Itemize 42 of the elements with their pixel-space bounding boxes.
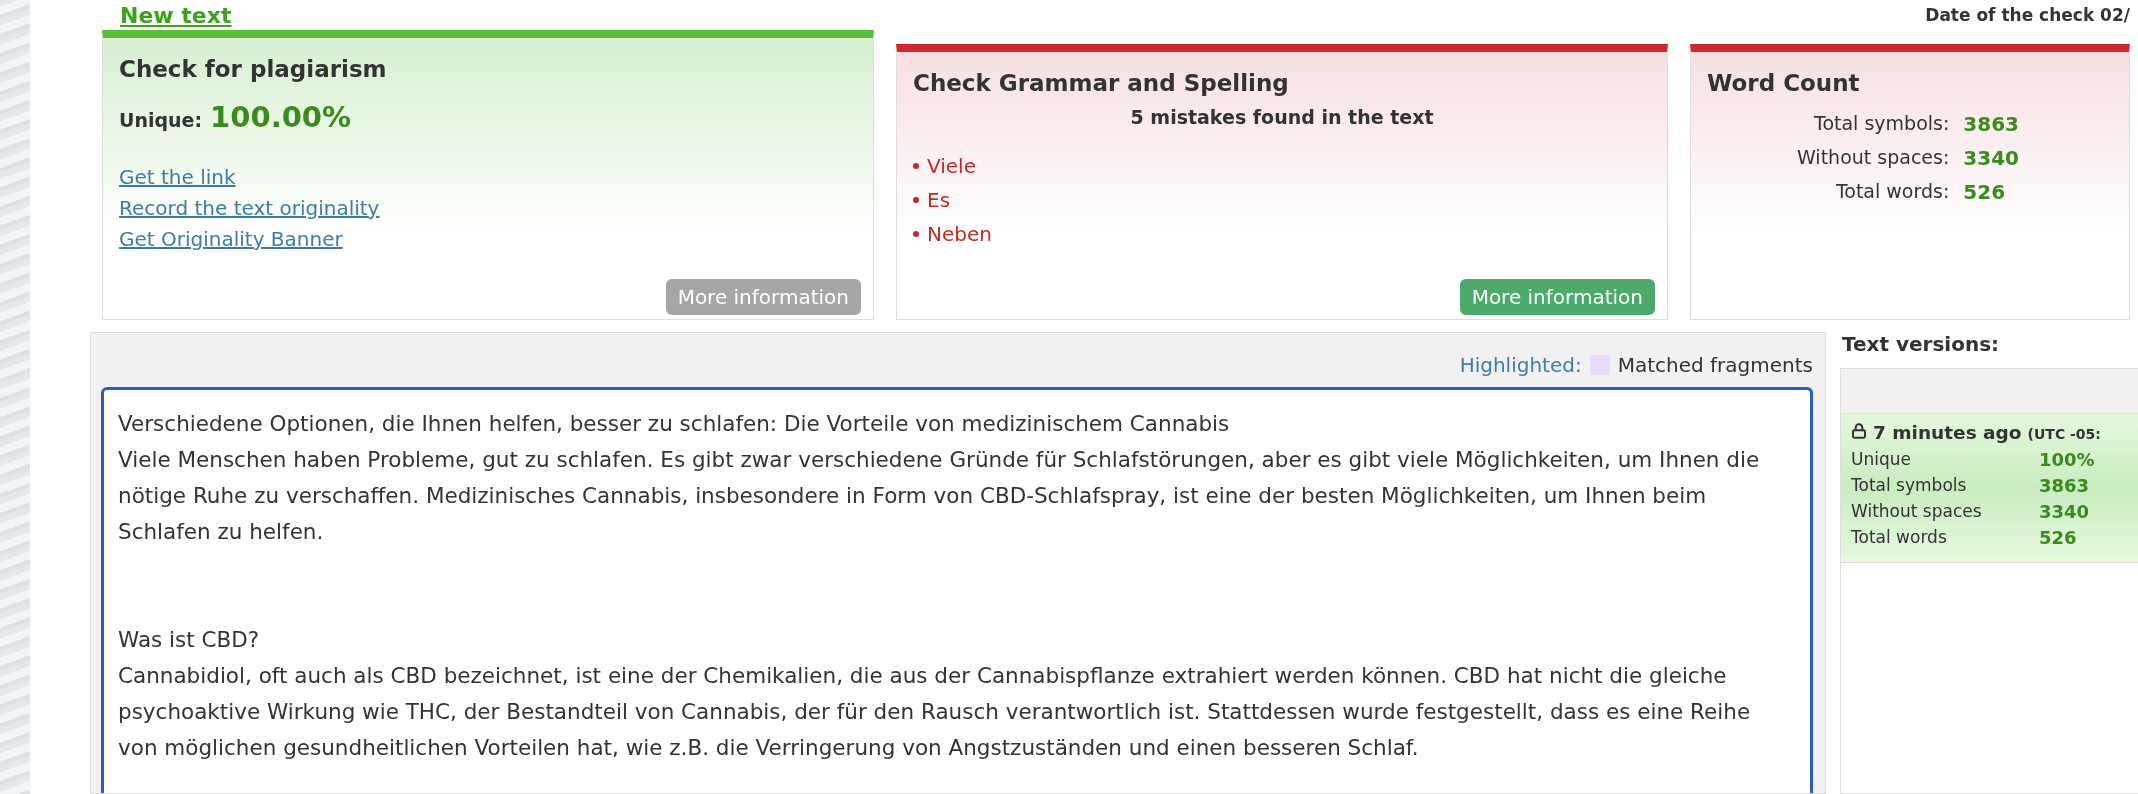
version-stat-value: 3340 [2039, 500, 2091, 524]
mistake-item[interactable]: Neben [927, 222, 992, 246]
link[interactable]: Get Originality Banner [119, 224, 343, 255]
version-stat-label: Unique [1851, 448, 1912, 471]
card-title: Check for plagiarism [119, 56, 388, 82]
version-zone: (UTC -05: [2027, 426, 2101, 442]
bullet-icon [913, 231, 919, 237]
stat-label: Total words: [1834, 180, 1950, 204]
stat-value: 3863 [1963, 112, 2019, 136]
link[interactable]: Record the text originality [119, 193, 380, 224]
card-title: Word Count [1707, 70, 1861, 96]
bullet-icon [913, 163, 919, 169]
version-stat-value: 100% [2039, 448, 2096, 472]
version-time: 7 minutes ago [1873, 422, 2022, 443]
unique-label: Unique: [119, 109, 203, 131]
version-stat-label: Total symbols [1851, 474, 1968, 497]
stat-value: 3340 [1963, 146, 2019, 170]
legend-label: Highlighted: [1459, 353, 1582, 377]
version-entry[interactable]: 7 minutes ago (UTC -05: Unique 100% Total symbols 3863 Without spaces 3340 Total words 526 [1841, 414, 2138, 563]
unique-value: 100.00% [210, 100, 352, 134]
stat-value: 526 [1963, 180, 2007, 204]
stat-label: Total symbols: [1813, 112, 1950, 136]
text-paragraph: Cannabidiol, oft auch als CBD bezeichnet, ist eine der Chemikalien, die aus der Cannabispflanze extrahiert werden können. CBD hat nicht die gleiche psychoaktive Wirkung wie THC, der Bestandteil von Cannabis, der für den Rausch verantwortlich ist. Stattdessen wurde festgestellt, dass es eine Reihe von möglichen gesundheitlichen Vorteilen hat, wie z.B. die Verringerung von Angstzuständen und einen besseren Schlaf. [118, 662, 1752, 762]
new-text-link[interactable]: New text [120, 2, 232, 28]
link[interactable]: Get the link [119, 162, 236, 193]
version-stat-value: 526 [2039, 526, 2078, 550]
version-stat-label: Total words [1851, 526, 1948, 549]
version-stat-label: Without spaces [1851, 500, 1983, 523]
more-information-button[interactable]: More information [1459, 279, 1655, 315]
text-paragraph: Was ist CBD? [118, 626, 261, 654]
text-paragraph: Viele Menschen haben Probleme, gut zu schlafen. Es gibt zwar verschiedene Gründe für Schlafstörungen, aber es gibt viele Möglichkeiten, um Ihnen die nötige Ruhe zu verschaffen. Medizinisches Cannabis, insbesondere in Form von CBD-Schlafspray, ist eine der besten Möglichkeiten, um Ihnen beim Schlafen zu helfen. [118, 446, 1761, 546]
stat-label: Without spaces: [1797, 146, 1950, 170]
text-paragraph: Verschiedene Optionen, die Ihnen helfen, besser zu schlafen: Die Vorteile von medizinischem Cannabis [118, 410, 1231, 438]
legend-text: Matched fragments [1617, 353, 1813, 377]
check-date: Date of the check 02/ [1925, 5, 2130, 25]
mistake-item[interactable]: Viele [927, 154, 976, 178]
bullet-icon [913, 197, 919, 203]
version-stat-value: 3863 [2039, 474, 2091, 498]
card-title: Check Grammar and Spelling [913, 70, 1290, 96]
mistakes-summary: 5 mistakes found in the text [1129, 106, 1435, 128]
mistake-item[interactable]: Es [927, 188, 951, 212]
versions-title: Text versions: [1842, 332, 2001, 356]
